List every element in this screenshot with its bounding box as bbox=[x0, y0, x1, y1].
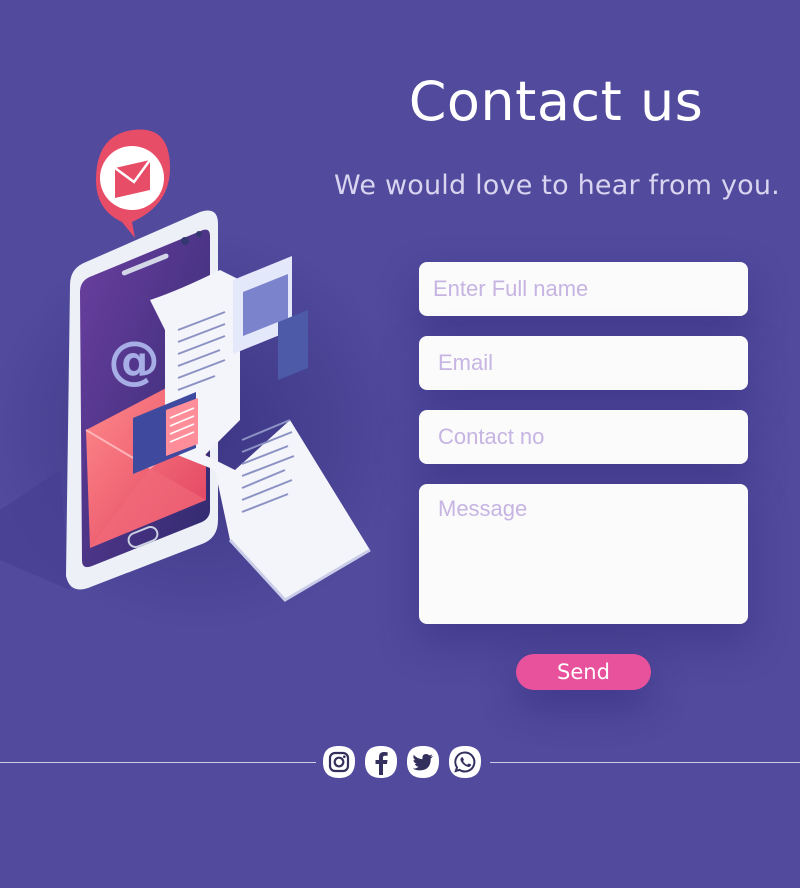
page-title: Contact us bbox=[408, 70, 704, 133]
message-textarea[interactable] bbox=[419, 484, 748, 624]
contact-number-input[interactable] bbox=[419, 410, 748, 464]
page-subtitle: We would love to hear from you. bbox=[334, 170, 780, 201]
footer-divider-right bbox=[490, 762, 800, 763]
instagram-icon[interactable] bbox=[322, 745, 356, 779]
at-symbol: @ bbox=[108, 331, 160, 391]
full-name-input[interactable] bbox=[419, 262, 748, 316]
email-input[interactable] bbox=[419, 336, 748, 390]
send-button[interactable]: Send bbox=[516, 654, 651, 690]
facebook-icon[interactable] bbox=[364, 745, 398, 779]
footer-divider-left bbox=[0, 762, 316, 763]
twitter-icon[interactable] bbox=[406, 745, 440, 779]
whatsapp-icon[interactable] bbox=[448, 745, 482, 779]
